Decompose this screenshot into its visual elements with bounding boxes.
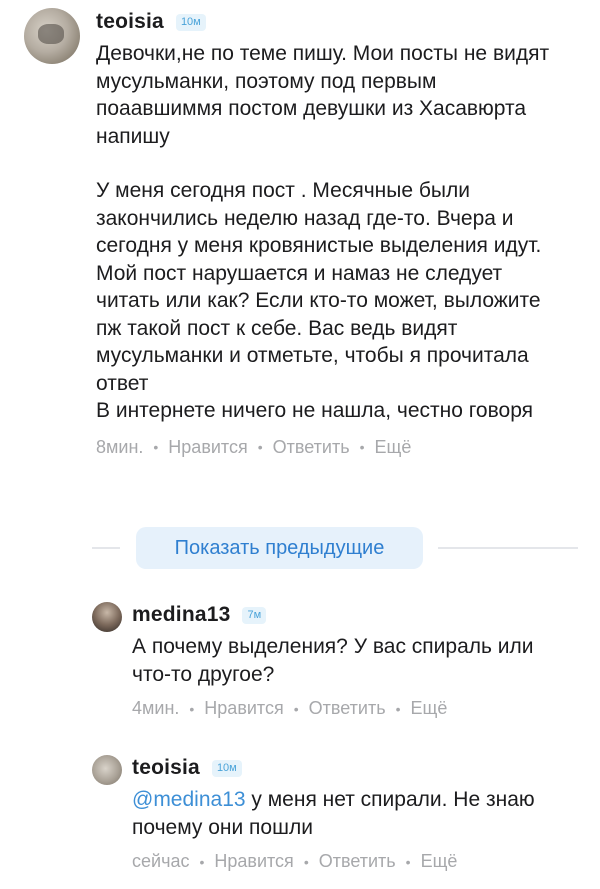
reply-button[interactable]: Ответить <box>309 698 386 719</box>
mention-link[interactable]: @medina13 <box>132 788 246 811</box>
divider-left <box>92 547 120 549</box>
show-previous-row: Показать предыдущие <box>92 527 578 569</box>
avatar[interactable] <box>24 8 80 64</box>
username[interactable]: medina13 <box>132 603 230 627</box>
avatar[interactable] <box>92 755 122 785</box>
separator: • <box>153 439 159 455</box>
reply-button[interactable]: Ответить <box>319 851 396 872</box>
username[interactable]: teoisia <box>132 756 200 780</box>
comment-meta: сейчас • Нравится • Ответить • Ещё <box>132 851 562 872</box>
comment-header: teoisia 10м <box>132 756 562 780</box>
comment-text: А почему выделения? У вас спираль или чт… <box>132 635 540 686</box>
divider-right <box>438 547 578 549</box>
time-badge: 10м <box>175 13 206 31</box>
comment-meta: 8мин. • Нравится • Ответить • Ещё <box>96 437 566 458</box>
comment-meta: 4мин. • Нравится • Ответить • Ещё <box>132 698 562 719</box>
comment-time: 4мин. <box>132 698 180 718</box>
like-button[interactable]: Нравится <box>168 437 247 458</box>
time-badge: 7м <box>242 606 267 624</box>
avatar[interactable] <box>92 602 122 632</box>
comment-time: 8мин. <box>96 436 144 457</box>
separator: • <box>293 700 299 717</box>
separator: • <box>189 700 195 717</box>
comment-text-paragraph-1: Девочки,не по теме пишу. Мои посты не ви… <box>96 42 555 148</box>
comment-header: teoisia 10м <box>96 10 566 34</box>
separator: • <box>405 853 411 870</box>
reply-comment: medina13 7м А почему выделения? У вас сп… <box>92 602 580 719</box>
separator: • <box>303 853 309 870</box>
separator: • <box>257 439 263 455</box>
comment-body: teoisia 10м Девочки,не по теме пишу. Мои… <box>96 8 566 458</box>
username[interactable]: teoisia <box>96 10 164 34</box>
separator: • <box>199 853 205 870</box>
separator: • <box>359 439 365 455</box>
reply-button[interactable]: Ответить <box>273 437 350 458</box>
comment-body: teoisia 10м @medina13 у меня нет спирали… <box>132 755 562 872</box>
main-comment: teoisia 10м Девочки,не по теме пишу. Мои… <box>24 8 580 458</box>
more-button[interactable]: Ещё <box>375 437 412 458</box>
time-badge: 10м <box>211 759 242 777</box>
reply-comment: teoisia 10м @medina13 у меня нет спирали… <box>92 755 580 872</box>
comment-text: @medina13 у меня нет спирали. Не знаю по… <box>132 786 562 841</box>
separator: • <box>395 700 401 717</box>
like-button[interactable]: Нравится <box>214 851 293 872</box>
comment-header: medina13 7м <box>132 603 562 627</box>
comment-body: medina13 7м А почему выделения? У вас сп… <box>132 602 562 719</box>
comment-time: сейчас <box>132 851 190 871</box>
comment-text-paragraph-2: У меня сегодня пост . Месячные были зако… <box>96 179 542 422</box>
like-button[interactable]: Нравится <box>204 698 283 719</box>
more-button[interactable]: Ещё <box>411 698 448 719</box>
show-previous-button[interactable]: Показать предыдущие <box>136 527 423 569</box>
more-button[interactable]: Ещё <box>421 851 458 872</box>
